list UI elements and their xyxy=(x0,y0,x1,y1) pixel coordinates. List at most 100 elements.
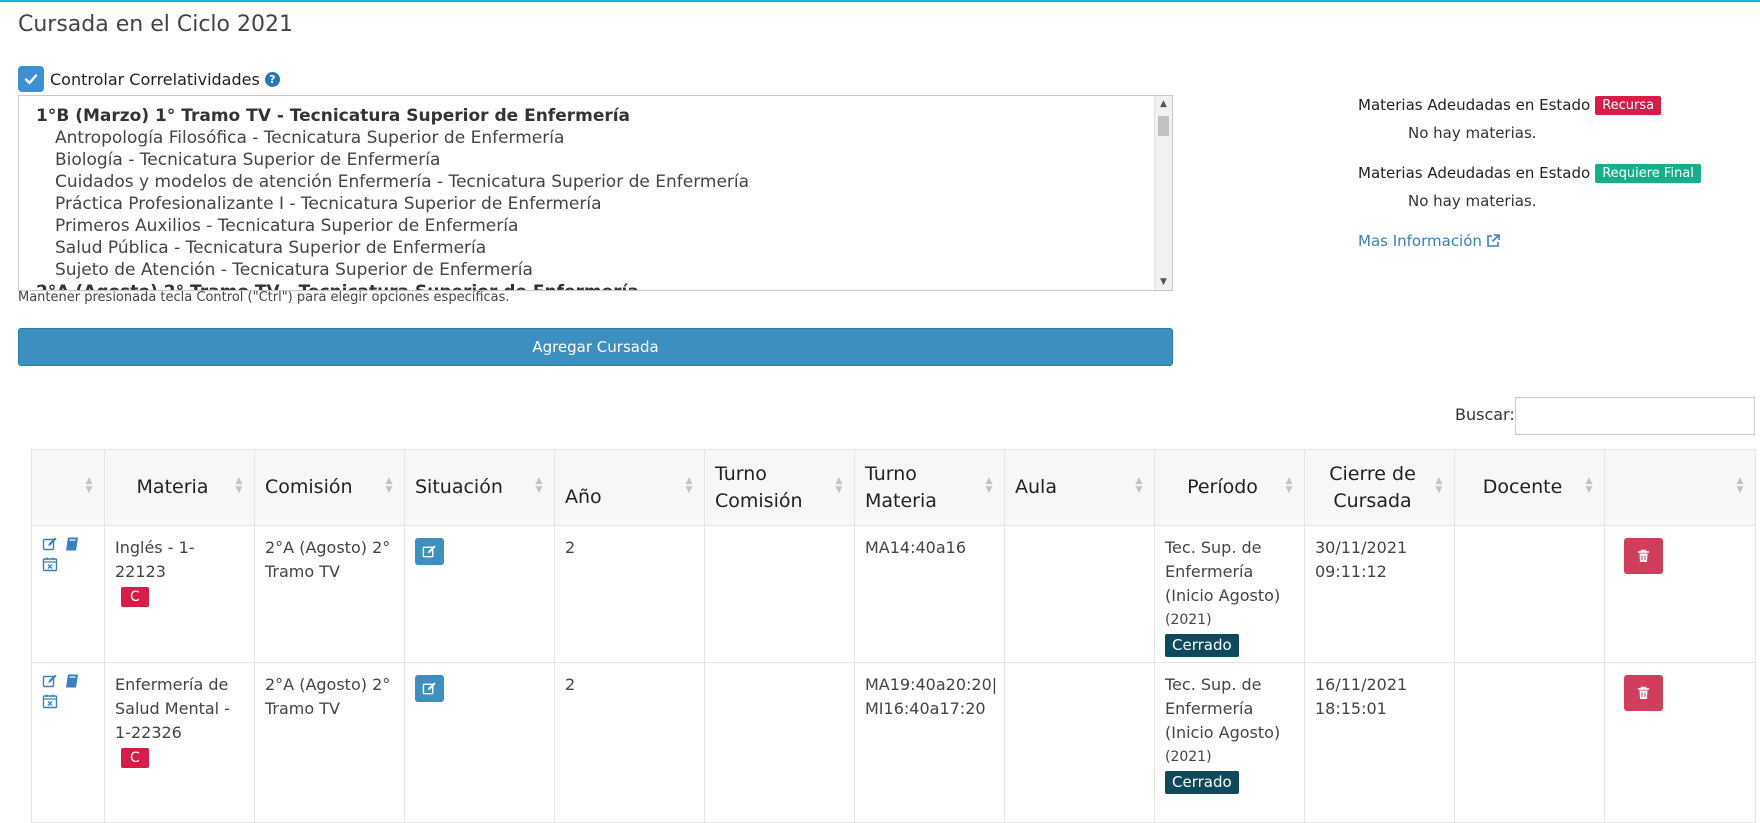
final-label: Materias Adeudadas en Estado xyxy=(1358,164,1591,182)
status-badge: C xyxy=(121,748,149,768)
delete-button[interactable] xyxy=(1624,675,1663,711)
situacion-edit-button[interactable] xyxy=(415,675,444,702)
col-header-turno-materia[interactable]: Turno Materia ▲ ▼ xyxy=(854,449,1005,526)
page-title: Cursada en el Ciclo 2021 xyxy=(18,12,293,37)
cell-anio: 2 xyxy=(554,525,705,663)
edit-icon[interactable] xyxy=(42,536,58,552)
cell-situacion xyxy=(404,662,555,823)
book-icon[interactable] xyxy=(64,536,80,552)
option-group[interactable]: 1°B (Marzo) 1° Tramo TV - Tecnicatura Su… xyxy=(19,105,1172,127)
trash-icon xyxy=(1638,549,1649,562)
sort-icon: ▲ ▼ xyxy=(1736,475,1744,495)
cerrado-badge: Cerrado xyxy=(1165,771,1239,794)
row-icons xyxy=(42,556,94,572)
option-item[interactable]: Primeros Auxilios - Tecnicatura Superior… xyxy=(19,215,1172,237)
sort-icon: ▲ ▼ xyxy=(1435,475,1443,495)
col-header-periodo[interactable]: Período ▲ ▼ xyxy=(1154,449,1305,526)
trash-icon xyxy=(1638,686,1649,699)
mas-informacion-label[interactable]: Mas Información xyxy=(1358,232,1482,250)
cell-delete xyxy=(1604,525,1756,663)
correlatividades-label: Controlar Correlatividades xyxy=(50,69,260,89)
calendar-times-icon[interactable] xyxy=(42,693,58,709)
search-input[interactable] xyxy=(1515,397,1755,435)
edit-icon[interactable] xyxy=(42,673,58,689)
scroll-down-arrow-icon[interactable]: ▼ xyxy=(1155,274,1172,290)
edit-icon xyxy=(422,682,436,695)
cerrado-badge: Cerrado xyxy=(1165,634,1239,657)
col-header-materia[interactable]: Materia ▲ ▼ xyxy=(104,449,255,526)
cell-materia: Inglés - 1-22123 C xyxy=(104,525,255,663)
option-item[interactable]: Sujeto de Atención - Tecnicatura Superio… xyxy=(19,259,1172,281)
row-icons xyxy=(42,536,94,552)
cell-materia: Enfermería de Salud Mental - 1-22326 C xyxy=(104,662,255,823)
cell-periodo: Tec. Sup. de Enfermería (Inicio Agosto) … xyxy=(1154,525,1305,663)
col-header-turno-comision[interactable]: Turno Comisión ▲ ▼ xyxy=(704,449,855,526)
delete-button[interactable] xyxy=(1624,538,1663,574)
cell-cierre: 30/11/2021 09:11:12 xyxy=(1304,525,1455,663)
materia-name: Enfermería de Salud Mental - 1-22326 xyxy=(115,675,230,742)
recursa-label: Materias Adeudadas en Estado xyxy=(1358,96,1591,114)
row-actions-cell xyxy=(31,525,105,663)
multiselect-hint: Mantener presionada tecla Control ("Ctrl… xyxy=(18,290,510,305)
table-row: Inglés - 1-22123 C 2°A (Agosto) 2° Tramo… xyxy=(31,525,1756,663)
cierre-hora: 18:15:01 xyxy=(1315,699,1387,718)
cell-situacion xyxy=(404,525,555,663)
recursa-heading: Materias Adeudadas en Estado Recursa xyxy=(1358,96,1662,115)
cell-comision: 2°A (Agosto) 2° Tramo TV xyxy=(254,662,405,823)
add-cursada-button[interactable]: Agregar Cursada xyxy=(18,328,1173,366)
col-header-situacion[interactable]: Situación ▲ ▼ xyxy=(404,449,555,526)
scrollbar-thumb[interactable] xyxy=(1158,116,1169,136)
col-header-actions[interactable]: ▲ ▼ xyxy=(31,449,105,526)
option-item[interactable]: Antropología Filosófica - Tecnicatura Su… xyxy=(19,127,1172,149)
col-header-comision[interactable]: Comisión ▲ ▼ xyxy=(254,449,405,526)
situacion-edit-button[interactable] xyxy=(415,538,444,565)
table-row: Enfermería de Salud Mental - 1-22326 C 2… xyxy=(31,662,1756,823)
cell-aula xyxy=(1004,662,1155,823)
sort-icon: ▲ ▼ xyxy=(385,475,393,495)
row-icons xyxy=(42,693,94,709)
col-header-delete[interactable]: ▲ ▼ xyxy=(1604,449,1756,526)
mas-informacion-link[interactable]: Mas Información xyxy=(1358,232,1500,250)
calendar-times-icon[interactable] xyxy=(42,556,58,572)
recursa-badge: Recursa xyxy=(1595,96,1662,115)
cierre-fecha: 30/11/2021 xyxy=(1315,538,1408,557)
option-item[interactable]: Biología - Tecnicatura Superior de Enfer… xyxy=(19,149,1172,171)
cell-turno-comision xyxy=(704,662,855,823)
option-item[interactable]: Salud Pública - Tecnicatura Superior de … xyxy=(19,237,1172,259)
cell-delete xyxy=(1604,662,1756,823)
cell-periodo: Tec. Sup. de Enfermería (Inicio Agosto) … xyxy=(1154,662,1305,823)
cell-turno-materia: MA19:40a20:20| MI16:40a17:20 xyxy=(854,662,1005,823)
row-actions-cell xyxy=(31,662,105,823)
sort-icon: ▲ ▼ xyxy=(835,475,843,495)
sort-icon: ▲ ▼ xyxy=(1285,475,1293,495)
recursa-empty-text: No hay materias. xyxy=(1408,124,1537,142)
scroll-up-arrow-icon[interactable]: ▲ xyxy=(1155,96,1172,112)
sort-icon: ▲ ▼ xyxy=(1135,475,1143,495)
sort-icon: ▲ ▼ xyxy=(985,475,993,495)
periodo-year: (2021) xyxy=(1165,612,1212,628)
final-heading: Materias Adeudadas en Estado Requiere Fin… xyxy=(1358,164,1701,183)
search-label: Buscar: xyxy=(1455,405,1515,424)
col-header-docente[interactable]: Docente ▲ ▼ xyxy=(1454,449,1605,526)
listbox-scrollbar[interactable]: ▲ ▼ xyxy=(1154,96,1172,290)
col-header-cierre[interactable]: Cierre de Cursada ▲ ▼ xyxy=(1304,449,1455,526)
question-circle-icon[interactable]: ? xyxy=(264,71,280,87)
sort-icon: ▲ ▼ xyxy=(685,475,693,495)
materias-multiselect[interactable]: 1°B (Marzo) 1° Tramo TV - Tecnicatura Su… xyxy=(18,95,1173,291)
periodo-name: Tec. Sup. de Enfermería (Inicio Agosto) xyxy=(1165,675,1281,742)
book-icon[interactable] xyxy=(64,673,80,689)
sort-icon: ▲ ▼ xyxy=(1585,475,1593,495)
correlatividades-checkbox[interactable] xyxy=(18,66,44,92)
option-item[interactable]: Cuidados y modelos de atención Enfermerí… xyxy=(19,171,1172,193)
cierre-fecha: 16/11/2021 xyxy=(1315,675,1408,694)
option-item[interactable]: Práctica Profesionalizante I - Tecnicatu… xyxy=(19,193,1172,215)
col-header-anio[interactable]: Año ▲ ▼ xyxy=(554,449,705,526)
sort-icon: ▲ ▼ xyxy=(85,475,93,495)
col-header-aula[interactable]: Aula ▲ ▼ xyxy=(1004,449,1155,526)
sort-icon: ▲ ▼ xyxy=(235,475,243,495)
cell-comision: 2°A (Agosto) 2° Tramo TV xyxy=(254,525,405,663)
table-header-row: ▲ ▼ Materia ▲ ▼ Comisión ▲ ▼ Situación ▲ ▼ Año ▲… xyxy=(31,449,1756,526)
cell-turno-materia: MA14:40a16 xyxy=(854,525,1005,663)
cell-docente xyxy=(1454,662,1605,823)
materia-name: Inglés - 1-22123 xyxy=(115,538,195,581)
